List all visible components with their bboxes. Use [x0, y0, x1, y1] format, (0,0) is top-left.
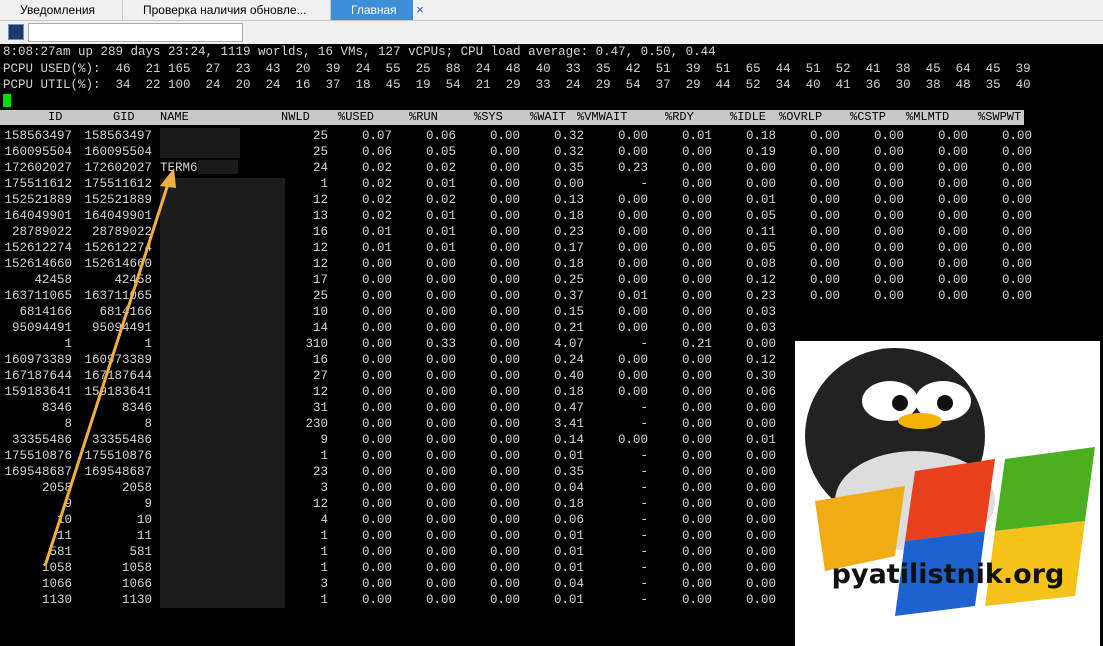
session-name-field[interactable]	[28, 23, 243, 42]
watermark-logo: pyatilistnik.org	[795, 341, 1100, 646]
tab-bar: Уведомления Проверка наличия обновле... …	[0, 0, 1103, 21]
tab-close-icon[interactable]: ×	[413, 0, 427, 20]
tab-notifications[interactable]: Уведомления	[0, 0, 123, 20]
terminal-window[interactable]: 8:08:27am up 289 days 23:24, 1119 worlds…	[0, 44, 1103, 646]
tab-update-check[interactable]: Проверка наличия обновле...	[123, 0, 331, 20]
watermark-text: pyatilistnik.org	[831, 559, 1065, 590]
tab-home[interactable]: Главная	[331, 0, 413, 20]
penguin-windows-logo-icon	[805, 348, 1095, 616]
terminal-icon[interactable]	[8, 24, 24, 40]
session-bar	[0, 21, 1103, 44]
